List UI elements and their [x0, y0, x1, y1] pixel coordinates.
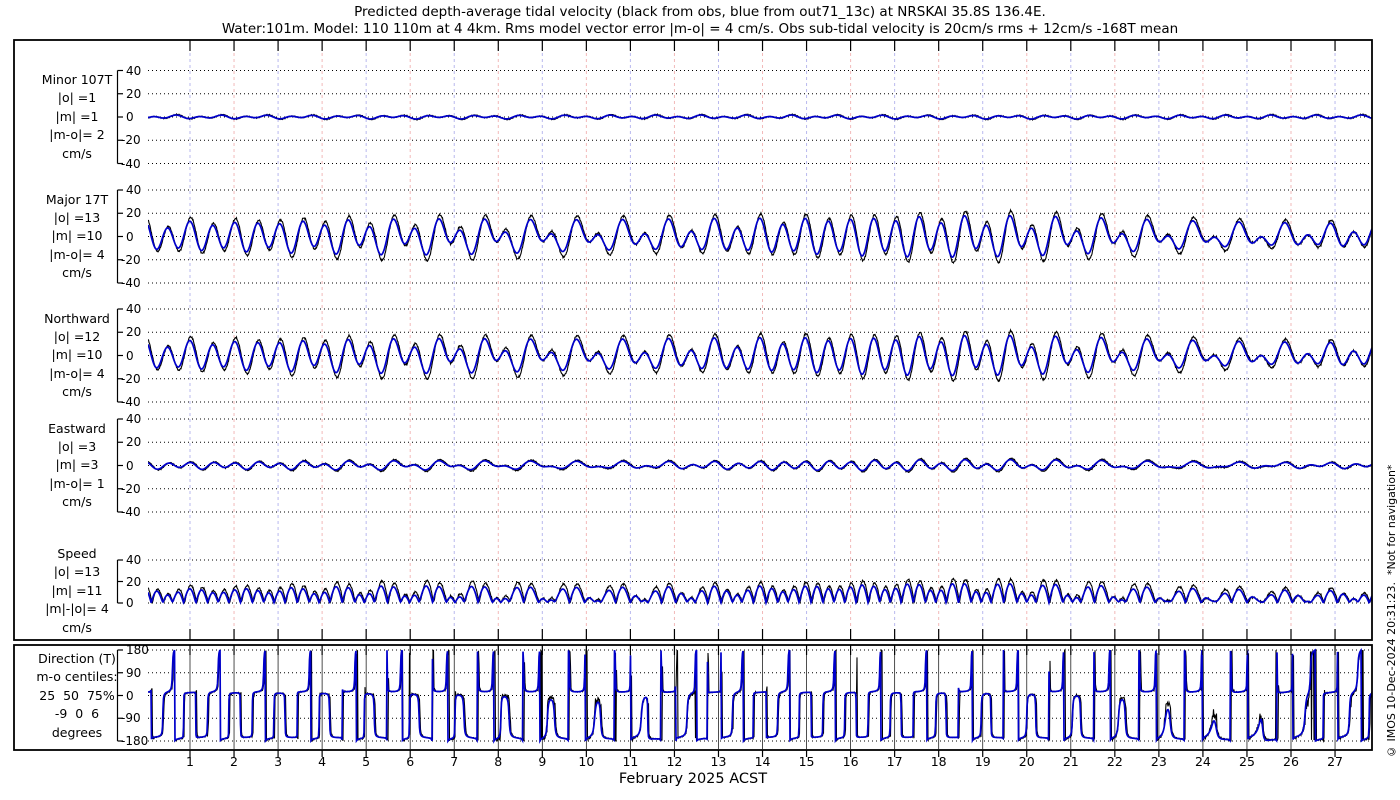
panel-label-minor-line4: |m-o|= 2: [49, 127, 105, 143]
x-axis-day-label: 14: [754, 754, 771, 769]
x-axis-day-label: 21: [1062, 754, 1079, 769]
x-axis-day-label: 18: [930, 754, 947, 769]
x-axis-day-label: 16: [842, 754, 859, 769]
x-axis-day-label: 22: [1106, 754, 1123, 769]
panel-label-east-line1: Eastward: [48, 420, 106, 436]
panel-label-north-line1: Northward: [44, 310, 110, 326]
panel-label-minor-line5: cm/s: [62, 145, 92, 161]
x-axis-day-label: 15: [798, 754, 815, 769]
x-axis-day-label: 23: [1150, 754, 1167, 769]
x-axis-day-label: 19: [974, 754, 991, 769]
x-axis-day-label: 1: [186, 754, 194, 769]
panel-label-north-line4: |m-o|= 4: [49, 365, 105, 381]
x-axis-day-label: 4: [318, 754, 327, 769]
panel-label-dir-line2: m-o centiles:: [36, 669, 118, 685]
chart-canvas: [13, 39, 1373, 757]
panel-label-north-line5: cm/s: [62, 384, 92, 400]
x-axis-day-label: 10: [578, 754, 595, 769]
watermark-imos: © IMOS 10-Dec-2024 20:31:23. *Not for na…: [1385, 464, 1398, 758]
x-axis-day-label: 13: [710, 754, 727, 769]
panel-label-east-line3: |m| =3: [55, 457, 99, 473]
speed-obs-line: [148, 576, 1372, 605]
panel-label-dir-line4: -9 0 6: [54, 706, 100, 722]
x-axis-day-label: 24: [1194, 754, 1211, 769]
panel-label-major-line2: |o| =13: [53, 209, 101, 225]
x-axis-day-label: 6: [406, 754, 415, 769]
x-axis-day-label: 9: [538, 754, 547, 769]
panel-label-speed-line2: |o| =13: [53, 564, 101, 580]
tidal-velocity-figure: Predicted depth-average tidal velocity (…: [0, 0, 1400, 800]
panel-label-minor-line2: |o| =1: [57, 90, 97, 106]
panel-label-dir-line1: Direction (T): [38, 651, 116, 666]
x-axis-day-label: 11: [622, 754, 639, 769]
panel-label-east-line5: cm/s: [62, 494, 92, 510]
x-axis-day-label: 12: [666, 754, 683, 769]
panel-label-major-line4: |m-o|= 4: [49, 246, 105, 262]
x-axis-day-label: 7: [450, 754, 459, 769]
panel-label-major-line3: |m| =10: [51, 228, 103, 244]
panel-label-minor-line3: |m| =1: [55, 108, 99, 124]
panel-label-north-line2: |o| =12: [53, 328, 101, 344]
x-axis-day-label: 17: [886, 754, 903, 769]
x-axis-day-label: 5: [362, 754, 371, 769]
x-axis-day-label: 25: [1239, 754, 1255, 769]
panel-label-speed-line1: Speed: [57, 546, 97, 561]
x-axis-day-label: 20: [1018, 754, 1035, 769]
panel-label-minor-line1: Minor 107T: [41, 72, 113, 87]
panel-label-speed-line3: |m| =11: [51, 582, 103, 598]
panel-label-east-line4: |m-o|= 1: [49, 475, 105, 491]
x-axis-day-label: 26: [1283, 754, 1299, 769]
panel-label-dir-line5: degrees: [51, 724, 103, 740]
panel-label-speed-line5: cm/s: [62, 619, 92, 635]
x-axis-day-label: 8: [494, 754, 503, 769]
panel-label-dir-line3: 25 50 75%: [39, 687, 115, 703]
x-axis-day-label: 27: [1327, 754, 1343, 769]
x-axis-day-label: 3: [274, 754, 283, 769]
x-axis-day-label: 2: [230, 754, 238, 769]
panel-label-major-line5: cm/s: [62, 265, 92, 281]
x-axis-month-label: February 2025 ACST: [618, 771, 768, 787]
panel-label-major-line1: Major 17T: [45, 191, 109, 207]
panel-label-speed-line4: |m|-|o|= 4: [45, 601, 109, 617]
panel-label-north-line3: |m| =10: [51, 347, 103, 363]
panel-label-east-line2: |o| =3: [57, 438, 97, 454]
